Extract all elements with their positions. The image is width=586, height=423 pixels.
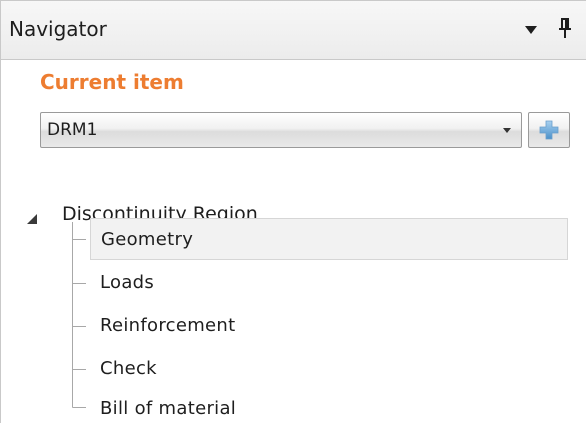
plus-icon: [539, 120, 559, 140]
tree-item-bill-of-material[interactable]: Bill of material: [90, 390, 568, 423]
panel-left-border: [0, 60, 1, 423]
chevron-down-icon[interactable]: [525, 26, 537, 34]
navigator-panel: Navigator Current item DRM1 Discontinuit…: [0, 0, 586, 423]
expanded-triangle-icon[interactable]: [26, 210, 38, 229]
tree-item-check[interactable]: Check: [90, 348, 568, 390]
add-item-button[interactable]: [528, 112, 570, 148]
current-item-label: Current item: [40, 70, 184, 94]
tree-item-label: Reinforcement: [100, 315, 236, 336]
chevron-down-icon: [503, 128, 511, 133]
tree-item-label: Bill of material: [100, 398, 237, 419]
tree-item-reinforcement[interactable]: Reinforcement: [90, 305, 568, 347]
current-item-select[interactable]: DRM1: [40, 112, 522, 148]
panel-title-bar: Navigator: [0, 0, 586, 60]
tree-item-label: Check: [100, 358, 157, 379]
panel-title: Navigator: [9, 17, 107, 41]
tree-item-label: Geometry: [101, 229, 194, 250]
current-item-value: DRM1: [47, 120, 98, 140]
tree-item-label: Loads: [100, 272, 155, 293]
tree-item-loads[interactable]: Loads: [90, 262, 568, 304]
pin-icon[interactable]: [557, 17, 573, 41]
tree-item-geometry[interactable]: Geometry: [90, 218, 568, 260]
